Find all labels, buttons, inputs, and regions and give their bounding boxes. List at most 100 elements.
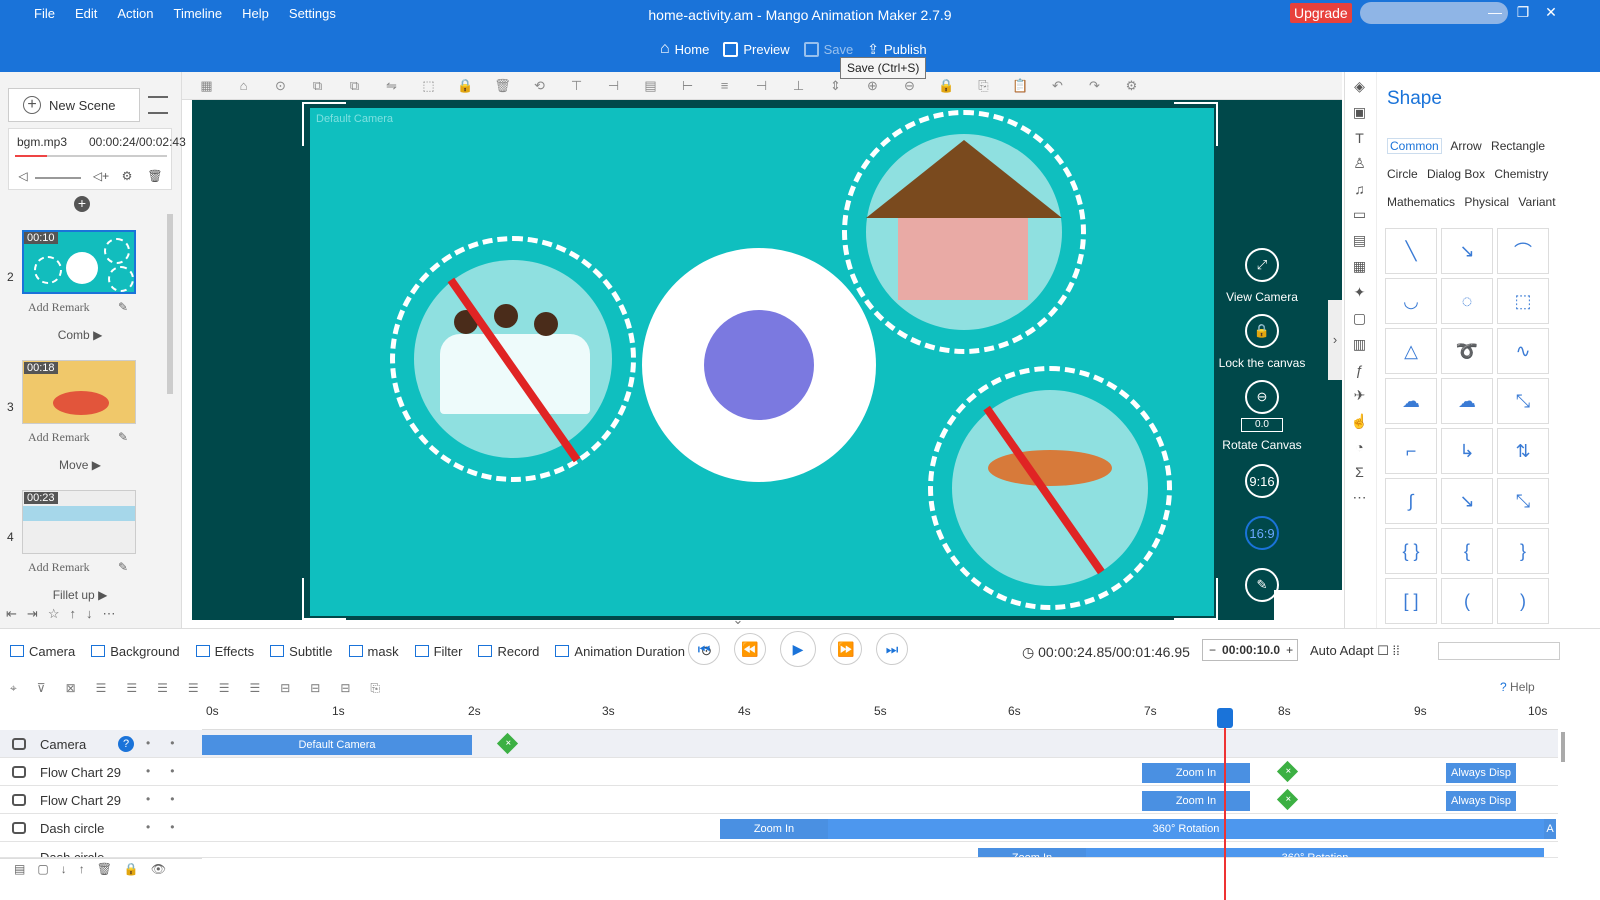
category-circle[interactable]: Circle — [1387, 167, 1418, 181]
paste-icon[interactable]: 📋 — [1002, 78, 1039, 94]
s-curve-shape-icon[interactable]: ∫ — [1385, 478, 1437, 524]
curve-shape-icon[interactable]: ◡ — [1385, 278, 1437, 324]
playhead[interactable] — [1224, 710, 1226, 900]
double-arrow-shape-icon[interactable]: ⤡ — [1497, 378, 1549, 424]
bubble-tool-icon[interactable]: ▭ — [1353, 206, 1366, 223]
camera-tool[interactable]: Camera — [10, 643, 75, 659]
timeline-clip[interactable]: Zoom In — [720, 819, 828, 839]
delete-icon[interactable]: 🗑 — [484, 78, 521, 94]
stagger-icon[interactable]: ☰ — [249, 681, 260, 695]
timeline-clip[interactable]: Default Camera — [202, 735, 472, 755]
align-middle-icon[interactable]: ⊣ — [595, 78, 632, 94]
timeline-clip[interactable]: 360° Rotation — [1086, 848, 1544, 857]
track-flow-chart[interactable]: Flow Chart 29 •• Zoom In + Always Disp — [0, 758, 1558, 786]
forward-button[interactable]: ⏩ — [830, 633, 862, 665]
video-tool-icon[interactable]: ▥ — [1353, 336, 1366, 353]
wave-shape-icon[interactable]: ∿ — [1497, 328, 1549, 374]
dash-rect-shape-icon[interactable]: ⬚ — [1497, 278, 1549, 324]
record-tool[interactable]: Record — [478, 643, 539, 659]
audio-delete-icon[interactable]: 🗑 — [145, 169, 165, 187]
image-tool-icon[interactable]: ▣ — [1353, 104, 1366, 121]
align-top-icon[interactable]: ⊤ — [558, 78, 595, 94]
left-bracket-shape-icon[interactable]: ( — [1441, 578, 1493, 624]
distribute-icon[interactable]: ▤ — [632, 78, 669, 94]
send-back-icon[interactable]: ⧉ — [336, 78, 373, 94]
rotate-value[interactable]: 0.0 — [1241, 418, 1283, 432]
category-physical[interactable]: Physical — [1464, 195, 1509, 209]
track-toggles[interactable]: •• — [146, 820, 194, 834]
track-toggles[interactable]: •• — [146, 764, 194, 778]
role-tool-icon[interactable]: ♙ — [1353, 155, 1366, 172]
add-keyframe-icon[interactable]: ⌖ — [10, 681, 17, 696]
clear-icon[interactable]: ⊠ — [66, 681, 76, 695]
timeline-clip[interactable]: A — [1544, 819, 1556, 839]
home-view-icon[interactable]: ⌂ — [225, 78, 262, 93]
lock-canvas-icon[interactable]: 🔒 — [928, 78, 965, 94]
increase-button[interactable]: + — [1280, 643, 1299, 657]
lock-icon[interactable]: 🔒 — [447, 78, 484, 94]
dash-circle-shape-icon[interactable]: ◌ — [1441, 278, 1493, 324]
help-icon[interactable]: ? — [118, 736, 134, 752]
cloud-shape-icon[interactable]: ☁ — [1441, 378, 1493, 424]
category-chemistry[interactable]: Chemistry — [1494, 167, 1548, 181]
filter-tracks-icon[interactable]: ⊽ — [37, 681, 46, 695]
hand-tool-icon[interactable]: ☝ — [1351, 413, 1368, 430]
mask-tool[interactable]: mask — [348, 643, 399, 659]
pencil-icon[interactable]: ✎ — [118, 430, 128, 444]
house-circle[interactable] — [866, 134, 1062, 330]
s-curve-double-shape-icon[interactable]: ⤡ — [1497, 478, 1549, 524]
right-brace-shape-icon[interactable]: } — [1497, 528, 1549, 574]
more-tools-icon[interactable]: ⋯ — [1353, 489, 1367, 506]
timeline-clip[interactable]: Always Disp — [1446, 791, 1516, 811]
layout-icon[interactable]: ▦ — [188, 78, 225, 94]
category-rectangle[interactable]: Rectangle — [1491, 139, 1545, 153]
bring-front-icon[interactable]: ⧉ — [299, 78, 336, 94]
group-icon[interactable]: ⬚ — [410, 78, 447, 94]
audio-add-icon[interactable]: ◁+ — [91, 169, 111, 187]
playhead-handle[interactable] — [1217, 708, 1233, 728]
track-camera[interactable]: Camera ? •• Default Camera + — [0, 730, 1558, 758]
folder-icon[interactable]: ▢ — [37, 862, 48, 876]
timeline-clip[interactable]: Zoom In — [978, 848, 1086, 857]
spiral-shape-icon[interactable]: ➰ — [1441, 328, 1493, 374]
save-button[interactable]: Save — [803, 40, 853, 58]
track-flow-chart[interactable]: Flow Chart 29 •• Zoom In + Always Disp — [0, 786, 1558, 814]
music-tool-icon[interactable]: ♫ — [1354, 181, 1365, 197]
filter-tool[interactable]: Filter — [414, 643, 462, 659]
scene-transition[interactable]: Comb ▶ — [22, 328, 138, 342]
star-icon[interactable]: ☆ — [48, 606, 60, 622]
volume-slider[interactable] — [35, 177, 81, 179]
background-tool[interactable]: Background — [91, 643, 180, 659]
move-down-icon[interactable]: ↓ — [61, 862, 67, 876]
more-icon[interactable]: ⋯ — [102, 606, 115, 622]
elbow-shape-icon[interactable]: ⌐ — [1385, 428, 1437, 474]
zoom-in-icon[interactable]: ⊕ — [854, 78, 891, 94]
add-keyframe-icon[interactable]: + — [496, 732, 519, 755]
text-tool-icon[interactable]: T — [1355, 130, 1364, 146]
gallery-tool-icon[interactable]: ▦ — [1353, 258, 1366, 275]
decrease-button[interactable]: − — [1203, 643, 1222, 657]
add-scene-icon[interactable]: + — [74, 196, 90, 212]
arrow-line-shape-icon[interactable]: ↘ — [1441, 228, 1493, 274]
minimize-button[interactable]: — — [1484, 4, 1506, 20]
volume-icon[interactable]: ◁ — [13, 169, 33, 187]
scene-list-icon[interactable] — [148, 96, 168, 114]
transport-tool-icon[interactable]: ✈ — [1354, 387, 1366, 404]
virus-circle[interactable] — [642, 248, 876, 482]
transition-icon[interactable]: ⊟ — [340, 681, 350, 695]
lock-track-icon[interactable]: 🔒 — [124, 862, 139, 876]
add-remark[interactable]: Add Remark — [28, 300, 90, 315]
camera-frame-corner[interactable] — [302, 578, 346, 620]
prev-scene-button[interactable]: ⏮ — [688, 633, 720, 665]
camera-frame-corner[interactable] — [302, 102, 346, 146]
align-right-icon[interactable]: ⊣ — [743, 78, 780, 94]
table-circle[interactable] — [952, 390, 1148, 586]
view-camera-button[interactable]: ⤢ — [1245, 248, 1279, 282]
more-options-icon[interactable]: ⊙ — [262, 78, 299, 94]
elbow-arrow-shape-icon[interactable]: ↳ — [1441, 428, 1493, 474]
timeline-clip[interactable]: Zoom In — [1142, 763, 1250, 783]
scene-scrollbar[interactable] — [164, 204, 176, 664]
align-bottom-icon[interactable]: ⊥ — [780, 78, 817, 94]
align-left-icon[interactable]: ☰ — [96, 681, 107, 695]
ratio-916-button[interactable]: 9:16 — [1245, 464, 1279, 498]
